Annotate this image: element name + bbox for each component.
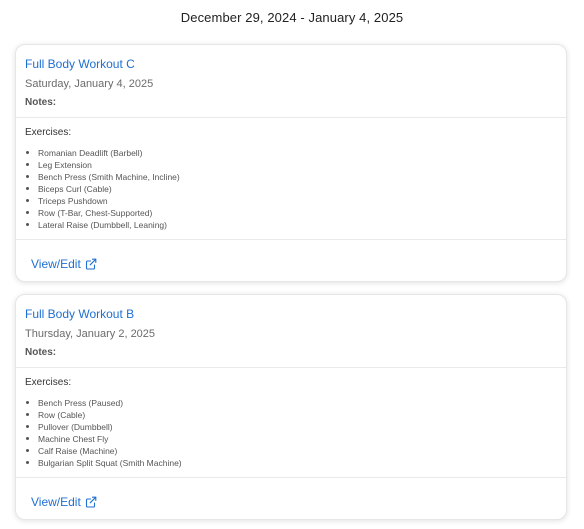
workout-card-footer: View/Edit <box>16 478 566 519</box>
exercise-list: Bench Press (Paused) Row (Cable) Pullove… <box>25 397 557 469</box>
workout-card-exercises: Exercises: Romanian Deadlift (Barbell) L… <box>16 118 566 240</box>
workout-card-header: Full Body Workout B Thursday, January 2,… <box>16 295 566 368</box>
exercise-item: Bench Press (Smith Machine, Incline) <box>25 171 557 183</box>
view-edit-label: View/Edit <box>31 495 81 509</box>
exercise-item: Bulgarian Split Squat (Smith Machine) <box>25 457 557 469</box>
exercise-item: Leg Extension <box>25 159 557 171</box>
exercise-item: Machine Chest Fly <box>25 433 557 445</box>
exercise-item: Lateral Raise (Dumbbell, Leaning) <box>25 219 557 231</box>
workout-week-page: December 29, 2024 - January 4, 2025 Full… <box>0 0 584 529</box>
workout-card-footer: View/Edit <box>16 240 566 281</box>
exercise-list: Romanian Deadlift (Barbell) Leg Extensio… <box>25 147 557 231</box>
external-link-icon <box>85 258 97 270</box>
exercise-item: Triceps Pushdown <box>25 195 557 207</box>
week-range-heading: December 29, 2024 - January 4, 2025 <box>180 10 404 25</box>
exercises-label: Exercises: <box>25 127 72 138</box>
workout-title-link[interactable]: Full Body Workout C <box>25 57 557 71</box>
exercise-item: Biceps Curl (Cable) <box>25 183 557 195</box>
exercises-label: Exercises: <box>25 377 72 388</box>
workout-card-header: Full Body Workout C Saturday, January 4,… <box>16 45 566 118</box>
exercise-item: Calf Raise (Machine) <box>25 445 557 457</box>
workout-card: Full Body Workout B Thursday, January 2,… <box>15 294 567 520</box>
notes-label: Notes: <box>25 97 57 108</box>
notes-label: Notes: <box>25 347 57 358</box>
workout-date: Saturday, January 4, 2025 <box>25 78 154 90</box>
view-edit-link[interactable]: View/Edit <box>31 257 97 271</box>
exercise-item: Romanian Deadlift (Barbell) <box>25 147 557 159</box>
view-edit-label: View/Edit <box>31 257 81 271</box>
view-edit-link[interactable]: View/Edit <box>31 495 97 509</box>
workout-card: Full Body Workout C Saturday, January 4,… <box>15 44 567 282</box>
exercise-item: Row (T-Bar, Chest-Supported) <box>25 207 557 219</box>
external-link-icon <box>85 496 97 508</box>
exercise-item: Pullover (Dumbbell) <box>25 421 557 433</box>
workout-title-link[interactable]: Full Body Workout B <box>25 307 557 321</box>
exercise-item: Bench Press (Paused) <box>25 397 557 409</box>
exercise-item: Row (Cable) <box>25 409 557 421</box>
workout-card-exercises: Exercises: Bench Press (Paused) Row (Cab… <box>16 368 566 478</box>
workout-date: Thursday, January 2, 2025 <box>25 328 156 340</box>
